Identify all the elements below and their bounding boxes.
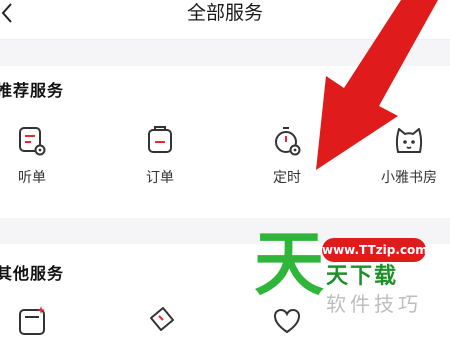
- service-item-kaji[interactable]: [0, 302, 77, 340]
- order-clipboard-icon: [148, 126, 172, 153]
- watermark-tagline: 软件技巧: [326, 292, 422, 316]
- watermark-logo-glyph: 天: [254, 223, 324, 305]
- section-title-recommended: 推荐服务: [0, 81, 65, 100]
- watermark-brand: 天下载: [326, 264, 399, 289]
- ticket-icon: [150, 307, 174, 331]
- section-gap: [0, 40, 450, 66]
- service-item-timer[interactable]: 定时: [242, 122, 332, 187]
- listen-list-icon: [19, 127, 46, 156]
- service-item-ticket[interactable]: [115, 302, 205, 340]
- service-item-listen-list[interactable]: 听单: [0, 122, 77, 187]
- cat-study-icon: [395, 128, 423, 153]
- service-item-heart[interactable]: [242, 302, 332, 340]
- service-item-label: 定时: [273, 170, 301, 186]
- page-title: 全部服务: [186, 2, 263, 24]
- heart-icon: [273, 308, 301, 334]
- service-item-label: 订单: [146, 170, 174, 186]
- kaji-icon: [19, 306, 45, 335]
- top-bar: 全部服务: [0, 0, 450, 40]
- service-item-label: 听单: [18, 170, 46, 186]
- service-item-cat-study[interactable]: 小雅书房: [364, 122, 450, 187]
- timer-icon: [275, 127, 301, 156]
- watermark-url-bubble: www.TTzip.com: [322, 238, 428, 262]
- section-title-other: 其他服务: [0, 264, 65, 283]
- service-item-label: 小雅书房: [381, 170, 437, 186]
- service-item-order[interactable]: 订单: [115, 122, 205, 187]
